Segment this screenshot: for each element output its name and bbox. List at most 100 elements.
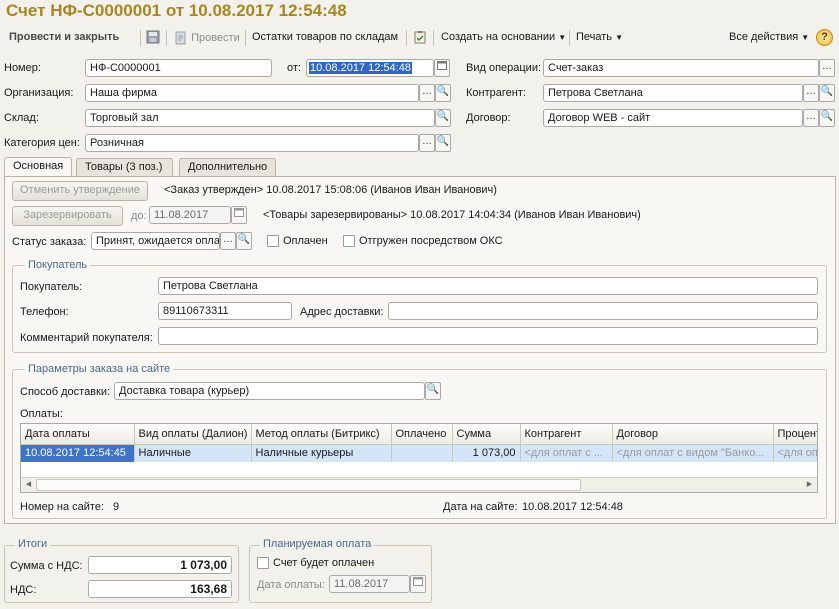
operation-type-select-button[interactable]: … xyxy=(819,59,835,77)
phone-field[interactable]: 89110673311 xyxy=(158,302,292,320)
dropdown-arrow-icon: ▼ xyxy=(558,33,567,42)
column-header-contract[interactable]: Договор xyxy=(612,424,774,445)
paid-checkbox[interactable]: Оплачен xyxy=(267,235,328,248)
price-category-open-button[interactable]: 🔍 xyxy=(435,134,451,152)
stock-balances-button[interactable]: Остатки товаров по складам xyxy=(252,31,398,43)
order-status-field[interactable]: Принят, ожидается оплата xyxy=(91,232,220,250)
contractor-select-button[interactable]: … xyxy=(803,84,819,102)
shipped-oks-checkbox[interactable]: Отгружен посредством ОКС xyxy=(343,235,503,248)
sum-with-vat-label: Сумма с НДС: xyxy=(10,560,83,572)
column-header-sum[interactable]: Сумма xyxy=(452,424,521,445)
dropdown-arrow-icon: ▼ xyxy=(801,33,810,42)
cell-payment-type[interactable]: Наличные xyxy=(134,444,252,462)
column-header-payment-type[interactable]: Вид оплаты (Далион) xyxy=(134,424,252,445)
scroll-right-arrow-icon[interactable]: ▶ xyxy=(803,479,816,491)
table-row[interactable]: 10.08.2017 12:54:45 Наличные Наличные ку… xyxy=(21,444,817,462)
delivery-address-label: Адрес доставки: xyxy=(300,306,384,318)
contract-field[interactable]: Договор WEB - сайт xyxy=(543,109,803,127)
invoice-will-be-paid-checkbox-box xyxy=(257,557,269,570)
column-header-paid[interactable]: Оплачено xyxy=(391,424,453,445)
payment-date-calendar-button[interactable] xyxy=(410,575,426,593)
post-button[interactable]: Провести xyxy=(174,31,240,45)
reserve-till-label: до: xyxy=(131,210,147,222)
column-header-payment-method[interactable]: Метод оплаты (Битрикс) xyxy=(251,424,392,445)
report-button[interactable] xyxy=(413,30,427,44)
buyer-label: Покупатель: xyxy=(20,281,83,293)
price-category-field[interactable]: Розничная xyxy=(85,134,419,152)
buyer-group-title: Покупатель xyxy=(25,259,91,271)
cell-contractor[interactable]: <для оплат с ... xyxy=(520,444,613,462)
warehouse-field[interactable]: Торговый зал xyxy=(85,109,435,127)
warehouse-label: Склад: xyxy=(4,112,39,124)
operation-type-field[interactable]: Счет-заказ xyxy=(543,59,819,77)
payment-date-label: Дата оплаты: xyxy=(257,579,325,591)
buyer-comment-field[interactable] xyxy=(158,327,818,345)
cell-payment-date[interactable]: 10.08.2017 12:54:45 xyxy=(21,444,135,462)
delivery-method-field[interactable]: Доставка товара (курьер) xyxy=(114,382,425,400)
organization-field[interactable]: Наша фирма xyxy=(85,84,419,102)
planned-payment-group xyxy=(249,545,432,603)
all-actions-menu[interactable]: Все действия ▼ xyxy=(729,31,809,43)
column-header-contractor[interactable]: Контрагент xyxy=(520,424,613,445)
cell-percent[interactable]: <для оп xyxy=(773,444,817,462)
tab-additional[interactable]: Дополнительно xyxy=(179,158,276,176)
delivery-address-field[interactable] xyxy=(388,302,818,320)
vat-value: 163,68 xyxy=(88,580,232,598)
payments-table[interactable]: Дата оплаты Вид оплаты (Далион) Метод оп… xyxy=(20,423,818,493)
create-based-on-menu[interactable]: Создать на основании ▼ xyxy=(441,31,566,43)
scrollbar-thumb[interactable] xyxy=(36,479,581,491)
cell-sum[interactable]: 1 073,00 xyxy=(452,444,521,462)
post-and-close-button[interactable]: Провести и закрыть xyxy=(9,31,119,43)
print-menu[interactable]: Печать ▼ xyxy=(576,31,623,43)
contractor-open-button[interactable]: 🔍 xyxy=(819,84,835,102)
floppy-disk-icon xyxy=(146,30,160,44)
horizontal-scrollbar[interactable]: ◀ ▶ xyxy=(21,477,817,492)
magnifier-icon: 🔍 xyxy=(436,111,450,122)
cancel-approval-button[interactable]: Отменить утверждение xyxy=(12,181,148,201)
clipboard-check-icon xyxy=(414,31,426,44)
contract-open-button[interactable]: 🔍 xyxy=(819,109,835,127)
price-category-label: Категория цен: xyxy=(4,137,80,149)
toolbar-separator xyxy=(569,30,570,46)
column-header-percent[interactable]: Процент xyxy=(773,424,817,445)
reserve-button[interactable]: Зарезервировать xyxy=(12,206,123,226)
date-field-value: 10.08.2017 12:54:48 xyxy=(309,62,412,74)
reserve-till-field[interactable]: 11.08.2017 xyxy=(149,206,231,224)
all-actions-label: Все действия xyxy=(729,31,799,43)
calendar-icon xyxy=(234,208,244,217)
invoice-will-be-paid-label: Счет будет оплачен xyxy=(273,557,375,569)
save-button[interactable] xyxy=(146,30,160,44)
magnifier-icon: 🔍 xyxy=(820,111,834,122)
calendar-button[interactable] xyxy=(434,59,450,77)
sum-with-vat-value: 1 073,00 xyxy=(88,556,232,574)
cell-contract[interactable]: <для оплат с видом "Банко... xyxy=(612,444,774,462)
contractor-field[interactable]: Петрова Светлана xyxy=(543,84,803,102)
contract-select-button[interactable]: … xyxy=(803,109,819,127)
warehouse-open-button[interactable]: 🔍 xyxy=(435,109,451,127)
magnifier-icon: 🔍 xyxy=(237,234,251,245)
invoice-will-be-paid-checkbox[interactable]: Счет будет оплачен xyxy=(257,557,375,570)
price-category-select-button[interactable]: … xyxy=(419,134,435,152)
paid-checkbox-box xyxy=(267,235,279,248)
cell-payment-method[interactable]: Наличные курьеры xyxy=(251,444,392,462)
delivery-method-open-button[interactable]: 🔍 xyxy=(425,382,441,400)
site-date-label: Дата на сайте: xyxy=(443,501,518,513)
tab-main[interactable]: Основная xyxy=(4,157,72,177)
number-field[interactable]: НФ-С0000001 xyxy=(85,59,272,77)
order-status-open-button[interactable]: 🔍 xyxy=(236,232,252,250)
tab-goods[interactable]: Товары (3 поз.) xyxy=(76,158,173,176)
organization-select-button[interactable]: … xyxy=(419,84,435,102)
reserve-calendar-button[interactable] xyxy=(231,206,247,224)
organization-open-button[interactable]: 🔍 xyxy=(435,84,451,102)
cell-paid[interactable] xyxy=(391,444,453,462)
date-field[interactable]: 10.08.2017 12:54:48 xyxy=(306,59,434,77)
site-number-label: Номер на сайте: xyxy=(20,501,105,513)
buyer-field[interactable]: Петрова Светлана xyxy=(158,277,818,295)
payment-date-field[interactable]: 11.08.2017 xyxy=(329,575,410,593)
scroll-left-arrow-icon[interactable]: ◀ xyxy=(22,479,35,491)
phone-label: Телефон: xyxy=(20,306,69,318)
order-status-select-button[interactable]: … xyxy=(220,232,236,250)
help-button[interactable]: ? xyxy=(816,29,833,46)
shipped-oks-checkbox-label: Отгружен посредством ОКС xyxy=(359,235,503,247)
column-header-payment-date[interactable]: Дата оплаты xyxy=(21,424,135,445)
